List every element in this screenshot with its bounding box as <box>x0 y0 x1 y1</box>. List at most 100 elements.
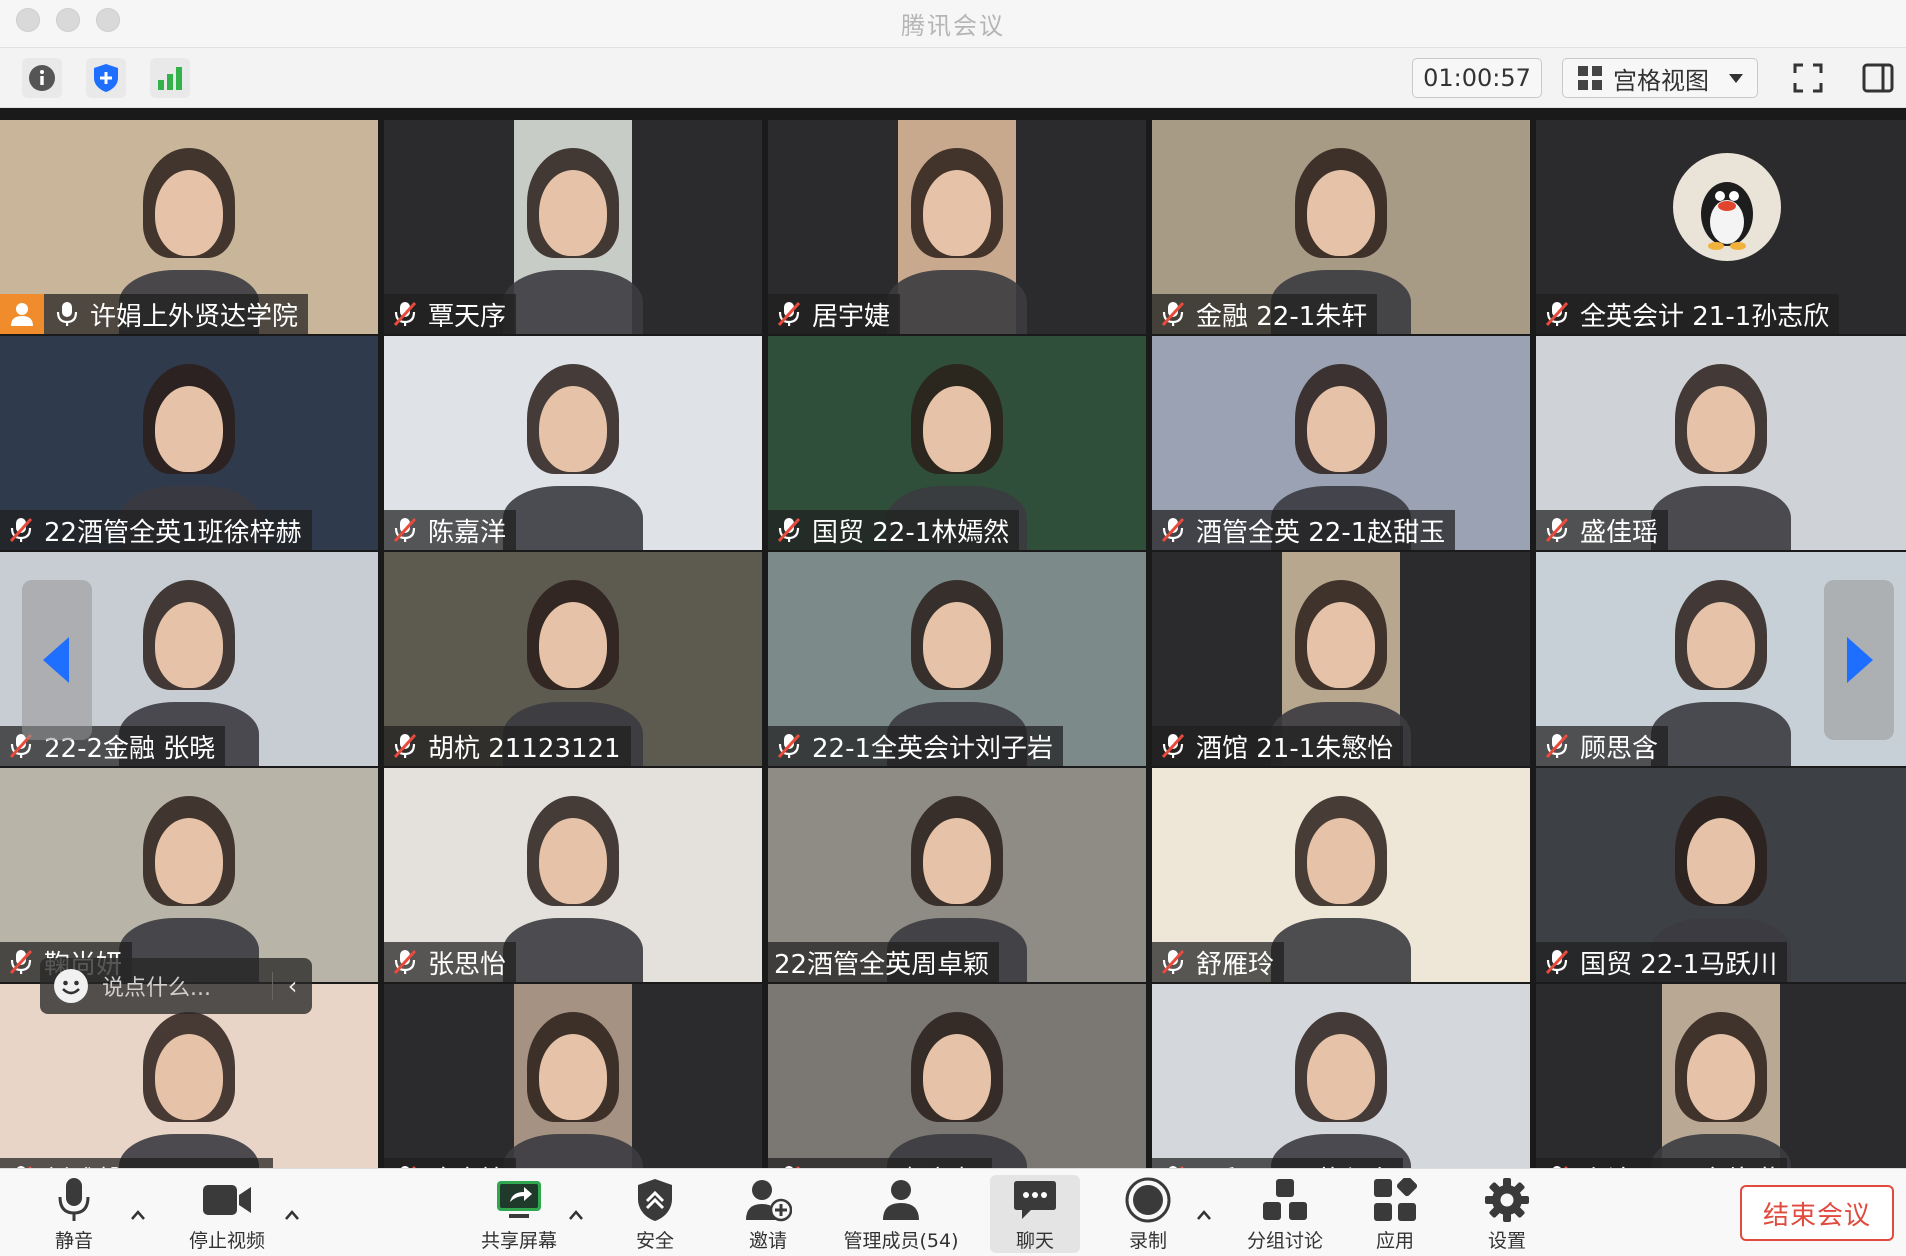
mic-muted-icon <box>774 299 804 329</box>
mic-muted-icon <box>774 731 804 761</box>
mic-muted-icon <box>390 731 420 761</box>
microphone-icon <box>52 299 82 329</box>
participant-name: 国贸 22-1蒋程宇 <box>1196 1160 1393 1169</box>
next-page-button[interactable] <box>1824 580 1894 740</box>
members-icon <box>883 1179 919 1220</box>
chevron-down-icon <box>1729 74 1743 83</box>
participant-tile[interactable]: 酒管全英 22-1赵甜玉 <box>1152 336 1530 550</box>
participant-tile[interactable]: 全英会计 21-1孙志欣 <box>1536 120 1906 334</box>
mic-muted-icon <box>1158 947 1188 977</box>
participant-tile[interactable]: 22酒管全英1班徐梓赫 <box>0 336 378 550</box>
network-signal-button[interactable] <box>150 58 190 98</box>
participant-tile[interactable]: 盛佳瑶 <box>1536 336 1906 550</box>
invite-button[interactable]: 邀请 <box>742 1175 794 1253</box>
participant-name-bar: 国贸 22-1马跃川 <box>1536 942 1788 982</box>
manage-members-button[interactable]: 管理成员(54) <box>840 1175 962 1253</box>
participant-tile[interactable]: 张思怡 <box>384 768 762 982</box>
breakout-rooms-button[interactable]: 分组讨论 <box>1244 1175 1326 1253</box>
participant-name-bar: 舒雁玲 <box>1152 942 1285 982</box>
participant-face <box>155 1034 223 1120</box>
share-options-chevron-icon[interactable] <box>568 1207 584 1223</box>
participant-name-bar: 国贸 22-1蒋程宇 <box>1152 1158 1404 1169</box>
participant-tile[interactable]: 居宇婕 <box>768 120 1146 334</box>
participant-face <box>1687 386 1755 472</box>
apps-label: 应用 <box>1375 1230 1414 1252</box>
participant-tile[interactable]: 鞠尚妍 <box>0 768 378 982</box>
stop-video-button[interactable]: 停止视频 <box>186 1175 268 1253</box>
participant-tile[interactable]: 国贸 22-1蒋程宇 <box>1152 984 1530 1168</box>
participant-face <box>539 602 607 688</box>
view-layout-dropdown[interactable]: 宫格视图 <box>1562 58 1758 98</box>
participant-tile[interactable]: 陈嘉洋 <box>384 336 762 550</box>
mic-muted-icon <box>390 947 420 977</box>
participant-tile[interactable]: 舒雁玲 <box>1152 768 1530 982</box>
mic-muted-icon <box>1158 299 1188 329</box>
record-options-chevron-icon[interactable] <box>1196 1207 1212 1223</box>
participant-name: 22-120杨部恒 <box>812 1160 982 1169</box>
collapse-chat-button[interactable]: ‹ <box>272 972 312 1000</box>
gear-icon <box>1485 1177 1529 1222</box>
participant-name: 顾思含 <box>1580 733 1659 764</box>
mic-muted-icon <box>1542 731 1572 761</box>
apps-grid-icon <box>1374 1177 1417 1221</box>
meeting-info-button[interactable] <box>22 58 62 98</box>
security-button[interactable]: 安全 <box>630 1175 680 1253</box>
quick-chat-input[interactable]: 说点什么... ‹ <box>40 958 312 1014</box>
participant-tile[interactable]: 陈余植 <box>384 984 762 1168</box>
participant-name-bar: 会计 21-1金佳琪 <box>1536 1158 1788 1168</box>
participant-face <box>1307 1034 1375 1120</box>
share-screen-button[interactable]: 共享屏幕 <box>478 1175 560 1253</box>
fullscreen-icon <box>1793 63 1823 93</box>
chat-placeholder[interactable]: 说点什么... <box>102 970 272 1002</box>
fullscreen-button[interactable] <box>1788 58 1828 98</box>
participant-tile[interactable]: 覃天序 <box>384 120 762 334</box>
mute-button[interactable]: 静音 <box>46 1175 102 1253</box>
participant-name: 酒馆 21-1朱慜怡 <box>1196 733 1394 764</box>
participant-face <box>155 818 223 904</box>
sidebar-toggle-button[interactable] <box>1858 58 1898 98</box>
participant-name-bar: 全英会计 21-1孙志欣 <box>1536 294 1840 334</box>
video-options-chevron-icon[interactable] <box>284 1207 300 1223</box>
participant-tile[interactable]: 国贸 22-1马跃川 <box>1536 768 1906 982</box>
view-layout-label: 宫格视图 <box>1613 66 1709 95</box>
chat-button[interactable]: 聊天 <box>990 1175 1080 1253</box>
breakout-icon <box>1263 1178 1307 1220</box>
participant-name: 22酒管全英周卓颖 <box>774 949 990 980</box>
record-button[interactable]: 录制 <box>1122 1175 1174 1253</box>
top-toolbar: 01:00:57 宫格视图 <box>0 48 1906 108</box>
participant-face <box>923 818 991 904</box>
participant-tile[interactable]: 金融 22-1朱轩 <box>1152 120 1530 334</box>
security-shield-icon <box>638 1178 672 1221</box>
audio-options-chevron-icon[interactable] <box>130 1207 146 1223</box>
participant-face <box>1307 818 1375 904</box>
participant-name: 刘雅馨 21121220 <box>44 1160 263 1169</box>
participant-name: 张思怡 <box>428 949 507 980</box>
participant-tile[interactable]: 22酒管全英周卓颖 <box>768 768 1146 982</box>
participant-tile[interactable]: 酒馆 21-1朱慜怡 <box>1152 552 1530 766</box>
participant-tile[interactable]: 22-1全英会计刘子岩 <box>768 552 1146 766</box>
participant-name-bar: 国贸 22-1林嫣然 <box>768 510 1020 550</box>
participant-name-bar: 居宇婕 <box>768 294 901 334</box>
end-meeting-button[interactable]: 结束会议 <box>1740 1185 1894 1241</box>
participant-tile[interactable]: 许娟上外贤达学院 <box>0 120 378 334</box>
invite-label: 邀请 <box>748 1230 787 1252</box>
participant-tile[interactable]: 会计 21-1金佳琪 <box>1536 984 1906 1168</box>
participant-name-bar: 顾思含 <box>1536 726 1669 766</box>
security-status-button[interactable] <box>86 58 126 98</box>
participant-name: 舒雁玲 <box>1196 949 1275 980</box>
prev-page-button[interactable] <box>22 580 92 740</box>
apps-button[interactable]: 应用 <box>1370 1175 1420 1253</box>
participant-tile[interactable]: 22-120杨部恒 <box>768 984 1146 1168</box>
breakout-label: 分组讨论 <box>1246 1230 1323 1252</box>
participant-face <box>923 170 991 256</box>
participant-name: 盛佳瑶 <box>1580 517 1659 548</box>
settings-button[interactable]: 设置 <box>1482 1175 1532 1253</box>
penguin-avatar-icon <box>1673 153 1781 261</box>
grid-view-icon <box>1578 66 1602 90</box>
participant-tile[interactable]: 胡杭 21123121 <box>384 552 762 766</box>
smiley-icon[interactable] <box>54 969 88 1003</box>
participant-name-bar: 陈嘉洋 <box>384 510 517 550</box>
participant-name: 覃天序 <box>428 301 507 332</box>
participant-tile[interactable]: 国贸 22-1林嫣然 <box>768 336 1146 550</box>
shield-icon <box>94 64 118 92</box>
